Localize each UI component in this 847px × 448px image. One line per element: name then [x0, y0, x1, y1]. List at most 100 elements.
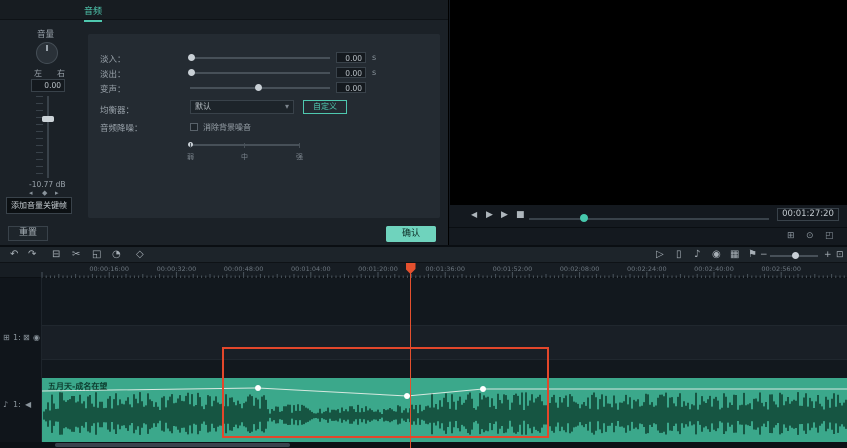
highlight-annotation — [222, 347, 549, 438]
audio-edit-panel: 音频 音量 左 右 0.00 -10.77 dB ◂ ◆ ▸ 添加音量关键帧 淡… — [0, 0, 448, 245]
balance-right-label: 右 — [57, 68, 65, 79]
clip-name: 五月天-成名在望 — [48, 381, 107, 392]
ruler-label: 00:02:08:00 — [560, 265, 600, 273]
equalizer-select[interactable]: 默认 ▾ — [190, 100, 294, 114]
timeline-toolbar: ↶ ↷ ⊟ ✂ ◱ ◔ ◇ ▷ ▯ ♪ ◉ ▦ ⚑ − + ⊡ — [0, 247, 847, 263]
preview-progress-thumb[interactable] — [580, 214, 588, 222]
volume-fader-scale — [36, 96, 43, 178]
ruler-label: 00:00:32:00 — [157, 265, 197, 273]
ruler-label: 00:01:04:00 — [291, 265, 331, 273]
denoise-level-weak: 弱 — [187, 152, 194, 162]
redo-icon[interactable]: ↷ — [28, 248, 36, 262]
ruler-label: 00:01:20:00 — [358, 265, 398, 273]
device-icon[interactable]: ▯ — [676, 248, 682, 262]
fade-out-slider-handle[interactable] — [188, 69, 195, 76]
next-frame-button[interactable]: ▶ — [501, 210, 508, 220]
ruler-label: 00:02:24:00 — [627, 265, 667, 273]
denoise-label: 音频降噪： — [100, 122, 143, 134]
add-keyframe-icon[interactable]: ◆ — [42, 189, 47, 197]
split-icon[interactable]: ✂ — [72, 248, 80, 262]
next-keyframe-icon[interactable]: ▸ — [55, 189, 59, 197]
equalizer-label: 均衡器： — [100, 104, 134, 116]
ruler-label: 00:02:40:00 — [694, 265, 734, 273]
ruler-label: 00:00:48:00 — [224, 265, 264, 273]
render-icon[interactable]: ▷ — [656, 248, 664, 262]
pitch-label: 变声： — [100, 83, 126, 95]
confirm-button[interactable]: 确认 — [386, 226, 436, 242]
panel-tabbar: 音频 — [0, 0, 448, 20]
ruler-label: 00:01:52:00 — [493, 265, 533, 273]
fade-in-slider[interactable] — [190, 57, 330, 59]
speed-icon[interactable]: ◔ — [112, 248, 121, 262]
denoise-checkbox[interactable] — [190, 123, 198, 131]
preview-panel: ◀ ▶ ▶ ■ 00:01:27:20 ⊞ ⊙ ◰ — [448, 0, 847, 245]
fullscreen-icon[interactable]: ◰ — [825, 231, 834, 241]
fade-out-value-box[interactable]: 0.00 — [336, 67, 366, 78]
volume-keyframe-tooltip: 添加音量关键帧 — [6, 197, 72, 214]
zoom-out-icon[interactable]: − — [760, 248, 768, 262]
denoise-tick-strong — [299, 143, 300, 148]
pip-icon[interactable]: ⊞ — [787, 231, 795, 241]
equalizer-customize-button[interactable]: 自定义 — [303, 100, 347, 114]
video-track-icon: ⊞ — [3, 333, 10, 342]
volume-fader-handle[interactable] — [42, 116, 54, 122]
zoom-in-icon[interactable]: + — [824, 248, 832, 262]
mixer-icon[interactable]: ▦ — [730, 248, 739, 262]
fade-in-value-box[interactable]: 0.00 — [336, 52, 366, 63]
eye-icon[interactable]: ◉ — [33, 333, 40, 342]
denoise-level-mid: 中 — [241, 152, 248, 162]
mic-icon[interactable]: ♪ — [694, 248, 700, 262]
pitch-slider-handle[interactable] — [255, 84, 262, 91]
denoise-tick-weak — [190, 143, 191, 148]
fit-timeline-icon[interactable]: ⊡ — [836, 248, 844, 262]
preview-progress-slider[interactable] — [529, 218, 769, 220]
delete-icon[interactable]: ⊟ — [52, 248, 60, 262]
undo-icon[interactable]: ↶ — [10, 248, 18, 262]
keyframe-icon[interactable]: ◇ — [136, 248, 144, 262]
prev-frame-button[interactable]: ◀ — [471, 210, 477, 219]
balance-left-label: 左 — [34, 68, 42, 79]
snapshot-icon[interactable]: ⊙ — [806, 231, 814, 241]
fade-out-slider[interactable] — [190, 72, 330, 74]
ruler-label: 00:00:16:00 — [89, 265, 129, 273]
db-number: -10.77 — [29, 180, 53, 189]
preview-timecode: 00:01:27:20 — [777, 208, 839, 221]
balance-value-box[interactable]: 0.00 — [31, 79, 65, 92]
crop-icon[interactable]: ◱ — [92, 248, 101, 262]
ruler-label: 00:01:36:00 — [425, 265, 465, 273]
lock-icon[interactable]: ⊠ — [23, 333, 30, 342]
fade-in-label: 淡入： — [100, 53, 126, 65]
app-window: 音频 音量 左 右 0.00 -10.77 dB ◂ ◆ ▸ 添加音量关键帧 淡… — [0, 0, 847, 448]
pitch-slider[interactable] — [190, 87, 330, 89]
speaker-icon[interactable]: ◀ — [25, 400, 31, 409]
audio-controls-group: 淡入： 0.00 s 淡出： 0.00 s 变声： 0.00 均衡器： 默认▾ … — [88, 34, 440, 218]
audio-track-icon: ♪ — [3, 400, 8, 409]
timeline-scrollbar[interactable] — [0, 442, 847, 448]
denoise-checkbox-label: 消除背景噪音 — [203, 122, 251, 133]
denoise-strength-slider[interactable] — [190, 144, 300, 146]
record-icon[interactable]: ◉ — [712, 248, 721, 262]
stop-button[interactable]: ■ — [516, 210, 525, 220]
fade-out-unit: s — [372, 68, 376, 77]
denoise-level-strong: 强 — [296, 152, 303, 162]
equalizer-selected-value: 默认 — [195, 102, 211, 111]
denoise-tick-mid — [244, 143, 245, 148]
tab-audio[interactable]: 音频 — [84, 4, 102, 22]
timeline-scrollbar-thumb[interactable] — [55, 443, 290, 447]
video-screen — [450, 0, 847, 205]
fade-in-unit: s — [372, 53, 376, 62]
prev-keyframe-icon[interactable]: ◂ — [29, 189, 33, 197]
play-button[interactable]: ▶ — [486, 210, 493, 220]
marker-icon[interactable]: ⚑ — [748, 248, 757, 262]
track-headers: ⊞ 1: ⊠ ◉ ♪ 1: ◀ — [0, 278, 42, 442]
fade-in-slider-handle[interactable] — [188, 54, 195, 61]
video-track-label: 1: — [13, 333, 21, 342]
chevron-down-icon: ▾ — [285, 101, 289, 113]
volume-fader-track[interactable] — [47, 96, 49, 178]
timeline-ruler[interactable]: 00:00:16:00 00:00:32:00 00:00:48:00 00:01:0… — [0, 263, 847, 278]
zoom-slider-thumb[interactable] — [792, 252, 799, 259]
reset-button[interactable]: 重置 — [8, 226, 48, 241]
pitch-value-box[interactable]: 0.00 — [336, 82, 366, 93]
volume-balance-knob[interactable] — [36, 42, 58, 64]
audio-track-label: 1: — [13, 400, 21, 409]
